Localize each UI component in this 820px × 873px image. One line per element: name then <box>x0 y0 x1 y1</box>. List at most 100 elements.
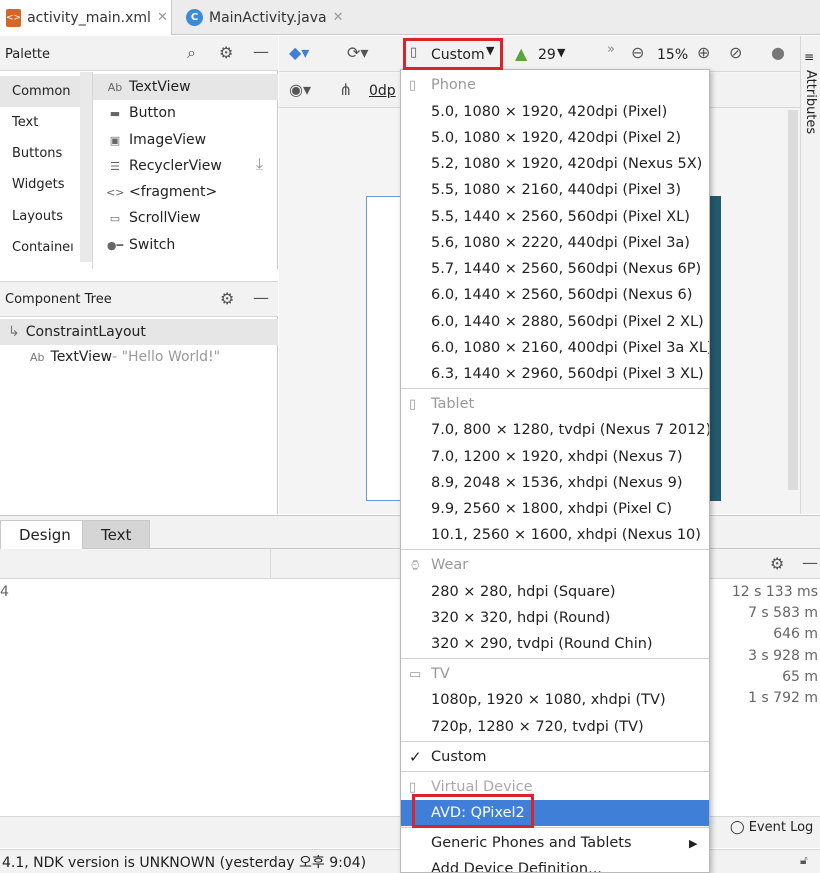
palette-item-button[interactable]: ▬ Button <box>106 100 176 126</box>
device-option[interactable]: 7.0, 800 × 1280, tvdpi (Nexus 7 2012) <box>401 417 709 443</box>
device-option[interactable]: 5.0, 1080 × 1920, 420dpi (Pixel 2) <box>401 125 709 151</box>
divider <box>92 72 93 269</box>
button-icon: ▬ <box>109 106 121 120</box>
tab-activity-main[interactable]: <> activity_main.xml ✕ <box>0 0 172 35</box>
group-header-label: Phone <box>431 77 476 93</box>
phone-icon: ▯ <box>409 779 417 795</box>
device-option[interactable]: 6.0, 1440 × 2880, 560dpi (Pixel 2 XL) <box>401 309 709 335</box>
zoom-in-icon[interactable]: ⊕ <box>697 43 710 62</box>
device-option[interactable]: 5.5, 1080 × 2160, 440dpi (Pixel 3) <box>401 177 709 203</box>
palette-item-textview[interactable]: Ab TextView <box>93 74 278 100</box>
device-option[interactable]: 320 × 320, hdpi (Round) <box>401 605 709 631</box>
chevron-down-icon: ▼ <box>557 46 566 59</box>
group-header-label: Tablet <box>431 396 475 412</box>
eye-icon[interactable]: ◉▾ <box>289 80 311 99</box>
group-header-label: Virtual Device <box>431 779 533 795</box>
warning-icon[interactable]: ● <box>771 43 785 62</box>
device-option[interactable]: 5.7, 1440 × 2560, 560dpi (Nexus 6P) <box>401 256 709 282</box>
gear-icon[interactable]: ⚙ <box>220 289 234 308</box>
palette-item-scrollview[interactable]: ▭ ScrollView <box>106 205 201 231</box>
device-option[interactable]: 5.6, 1080 × 2220, 440dpi (Pixel 3a) <box>401 230 709 256</box>
default-margin[interactable]: 0dp <box>369 83 396 99</box>
device-option[interactable]: 6.0, 1440 × 2560, 560dpi (Nexus 6) <box>401 282 709 308</box>
design-preview[interactable] <box>366 196 400 501</box>
palette-category-buttons[interactable]: Buttons <box>0 138 80 169</box>
phone-icon: ▯ <box>409 77 417 93</box>
palette-item-recyclerview[interactable]: ☰ RecyclerView <box>106 153 222 179</box>
gear-icon[interactable]: ⚙ <box>770 554 784 573</box>
download-icon[interactable]: ⤓ <box>256 154 263 174</box>
tree-node-constraintlayout[interactable]: ↳ ConstraintLayout <box>0 319 278 345</box>
tab-design[interactable]: Design <box>0 520 90 549</box>
palette-item-label: Switch <box>129 237 176 253</box>
orientation-icon[interactable]: ⟳▾ <box>347 43 368 62</box>
android-icon: ▲ <box>515 44 528 63</box>
device-option[interactable]: 320 × 290, tvdpi (Round Chin) <box>401 631 709 657</box>
separator <box>401 658 709 659</box>
palette-item-label: TextView <box>129 79 191 95</box>
device-option[interactable]: 6.0, 1080 × 2160, 400dpi (Pixel 3a XL) <box>401 335 709 361</box>
gear-icon[interactable]: ⚙ <box>219 43 233 62</box>
category-scrollbar[interactable] <box>80 72 92 262</box>
device-option[interactable]: 7.0, 1200 × 1920, xhdpi (Nexus 7) <box>401 444 709 470</box>
minimize-icon[interactable]: — <box>802 553 818 572</box>
palette-title: Palette <box>5 47 51 62</box>
separator <box>401 549 709 550</box>
separator <box>401 771 709 772</box>
editor-tab-bar: <> activity_main.xml ✕ C MainActivity.ja… <box>0 0 820 35</box>
palette-item-label: Button <box>129 105 176 121</box>
attributes-icon: ≡ <box>804 50 815 64</box>
tab-main-activity[interactable]: C MainActivity.java ✕ <box>180 0 350 35</box>
tree-node-label: TextView <box>50 349 113 365</box>
layers-icon[interactable]: ◆▾ <box>289 43 309 62</box>
device-dropdown-menu: ▯ Phone 5.0, 1080 × 1920, 420dpi (Pixel)… <box>400 69 710 873</box>
palette-item-fragment[interactable]: <> <fragment> <box>106 179 217 205</box>
device-option[interactable]: 1080p, 1920 × 1080, xhdpi (TV) <box>401 687 709 713</box>
run-timing: 65 m <box>782 669 818 685</box>
device-option[interactable]: 9.9, 2560 × 1800, xhdpi (Pixel C) <box>401 496 709 522</box>
run-timing: 7 s 583 m <box>748 605 818 621</box>
image-icon: ▣ <box>109 133 121 147</box>
api-level-selector[interactable]: 29 <box>538 47 556 63</box>
palette-item-imageview[interactable]: ▣ ImageView <box>106 127 206 153</box>
palette-category-layouts[interactable]: Layouts <box>0 201 80 232</box>
device-option[interactable]: 6.3, 1440 × 2960, 560dpi (Pixel 3 XL) <box>401 361 709 387</box>
zoom-fit-icon[interactable]: ⊘ <box>729 43 742 62</box>
canvas-scrollbar[interactable] <box>788 110 798 490</box>
palette-item-switch[interactable]: ●━ Switch <box>106 232 175 258</box>
component-tree-header: Component Tree ⚙ — <box>0 281 278 317</box>
device-option-custom[interactable]: ✓ Custom <box>401 744 709 770</box>
lock-icon[interactable]: 🔓︎ <box>800 853 808 868</box>
magnet-icon[interactable]: ⋔ <box>339 80 352 99</box>
device-option[interactable]: 5.0, 1080 × 1920, 420dpi (Pixel) <box>401 99 709 125</box>
close-icon[interactable]: ✕ <box>333 10 344 25</box>
zoom-out-icon[interactable]: ⊖ <box>631 43 644 62</box>
tree-node-label: ConstraintLayout <box>25 324 146 340</box>
device-option[interactable]: 280 × 280, hdpi (Square) <box>401 579 709 605</box>
device-option[interactable]: 5.5, 1440 × 2560, 560dpi (Pixel XL) <box>401 204 709 230</box>
code-icon: <> <box>106 185 125 199</box>
palette-category-text[interactable]: Text <box>0 107 80 138</box>
palette-category-common[interactable]: Common <box>0 76 80 107</box>
device-option[interactable]: 720p, 1280 × 720, tvdpi (TV) <box>401 714 709 740</box>
menu-item-generic-phones[interactable]: Generic Phones and Tablets ▶ <box>401 830 709 856</box>
minimize-icon[interactable]: — <box>253 288 269 307</box>
constraint-layout-icon: ↳ <box>8 324 20 340</box>
device-option[interactable]: 5.2, 1080 × 1920, 420dpi (Nexus 5X) <box>401 151 709 177</box>
palette-header: Palette ⌕ ⚙ — <box>0 36 278 71</box>
attributes-strip[interactable]: ≡ Attributes <box>800 36 820 514</box>
overflow-icon[interactable]: » <box>607 42 615 57</box>
palette-item-label: ImageView <box>129 132 207 148</box>
palette-category-widgets[interactable]: Widgets <box>0 169 80 200</box>
device-option[interactable]: 8.9, 2048 × 1536, xhdpi (Nexus 9) <box>401 470 709 496</box>
menu-item-add-device[interactable]: Add Device Definition... <box>401 856 709 872</box>
palette-category-containers[interactable]: Containeı <box>0 232 80 263</box>
device-option[interactable]: 10.1, 2560 × 1600, xhdpi (Nexus 10) <box>401 522 709 548</box>
close-icon[interactable]: ✕ <box>157 10 168 25</box>
tab-text[interactable]: Text <box>82 520 151 549</box>
group-header-tv: ▭ TV <box>401 661 709 687</box>
search-icon[interactable]: ⌕ <box>187 43 196 63</box>
event-log-button[interactable]: ◯ Event Log <box>730 820 813 835</box>
minimize-icon[interactable]: — <box>253 42 269 61</box>
tree-node-textview[interactable]: Ab TextView - "Hello World!" <box>30 344 220 370</box>
